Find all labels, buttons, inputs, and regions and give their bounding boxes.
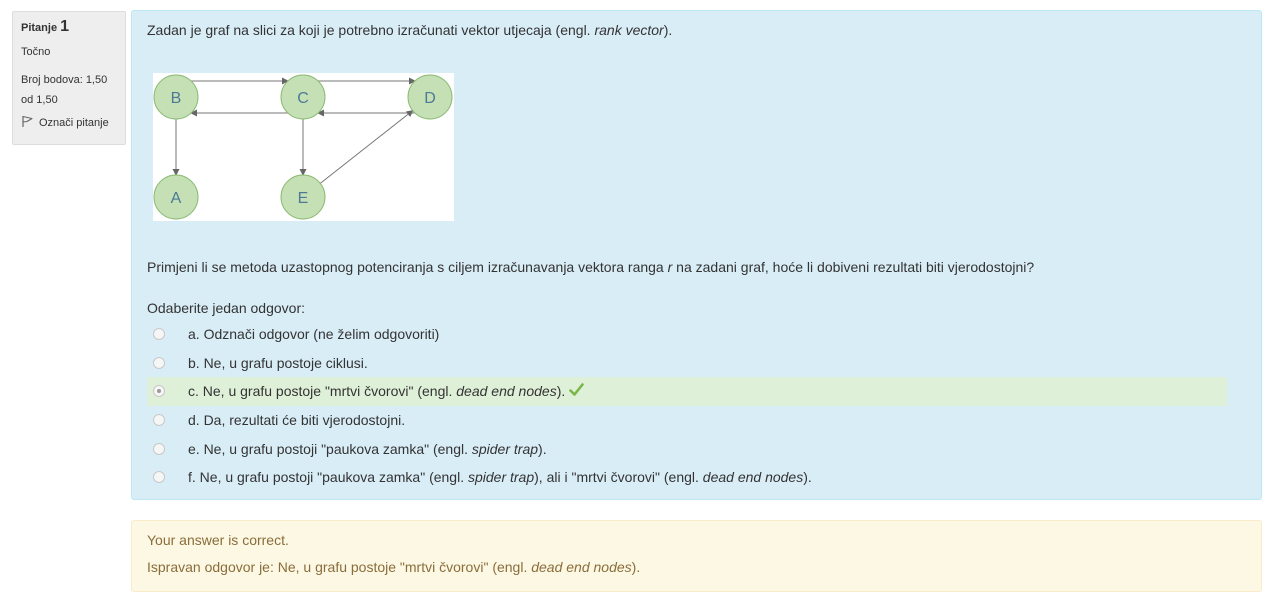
option-c-prefix: c. Ne, u grafu postoje "mrtvi čvorovi" (… xyxy=(188,382,457,399)
right-answer-suffix: ). xyxy=(631,559,641,575)
question-formulation: Zadan je graf na slici za koji je potreb… xyxy=(131,10,1262,500)
option-c-label: c. Ne, u grafu postoje "mrtvi čvorovi" (… xyxy=(188,382,585,401)
graph-node-label-a: A xyxy=(171,190,182,207)
grade-line-2: od 1,50 xyxy=(21,94,58,106)
option-f[interactable]: f. Ne, u grafu postoji "paukova zamka" (… xyxy=(147,463,1227,492)
graph-node-label-c: C xyxy=(297,90,309,107)
flag-icon xyxy=(21,115,34,131)
question-text-2: Primjeni li se metoda uzastopnog potenci… xyxy=(147,259,1034,275)
feedback-panel: Your answer is correct. Ispravan odgovor… xyxy=(131,520,1262,592)
graph-svg: B C D A E xyxy=(153,74,453,220)
question-text: Zadan je graf na slici za koji je potreb… xyxy=(147,22,672,38)
answer-options: a. Odznači odgovor (ne želim odgovoriti)… xyxy=(147,320,1227,492)
option-d-label: d. Da, rezultati će biti vjerodostojni. xyxy=(188,412,406,429)
option-f-middle: ), ali i "mrtvi čvorovi" (engl. xyxy=(534,469,703,486)
right-answer-prefix: Ispravan odgovor je: Ne, u grafu postoje… xyxy=(147,559,532,575)
option-f-prefix: f. Ne, u grafu postoji "paukova zamka" (… xyxy=(188,469,468,486)
option-c-suffix: ). xyxy=(556,382,566,399)
option-d-radio[interactable] xyxy=(153,414,165,427)
graph-node-label-e: E xyxy=(298,190,309,207)
question-info-panel: Pitanje 1 Točno Broj bodova: 1,50 od 1,5… xyxy=(12,11,126,145)
option-e-italic: spider trap xyxy=(471,440,539,457)
option-a-label: a. Odznači odgovor (ne želim odgovoriti) xyxy=(188,326,440,343)
question-number: Pitanje 1 xyxy=(21,18,117,36)
graph-node-label-b: B xyxy=(171,90,182,107)
graph-edge-e-d xyxy=(319,109,414,184)
right-answer-italic: dead end nodes xyxy=(531,559,632,575)
option-f-label: f. Ne, u grafu postoji "paukova zamka" (… xyxy=(188,469,812,485)
option-c[interactable]: c. Ne, u grafu postoje "mrtvi čvorovi" (… xyxy=(147,377,1227,406)
question-state: Točno xyxy=(21,46,51,58)
option-e-suffix: ). xyxy=(538,440,547,457)
question-number-value: 1 xyxy=(60,18,69,35)
general-feedback: Your answer is correct. xyxy=(147,532,289,548)
question-text2-after: na zadani graf, hoće li dobiveni rezulta… xyxy=(672,259,1035,275)
graph-node-label-d: D xyxy=(424,90,436,107)
grade-line-1: Broj bodova: 1,50 xyxy=(21,74,108,86)
question-text-before: Zadan je graf na slici za koji je potreb… xyxy=(147,22,595,38)
option-f-italic: spider trap xyxy=(467,469,535,486)
question-word: Pitanje xyxy=(21,22,58,34)
option-f-radio[interactable] xyxy=(153,471,165,484)
right-answer: Ispravan odgovor je: Ne, u grafu postoje… xyxy=(147,559,640,575)
option-f-suffix: ). xyxy=(803,469,812,486)
question-text-italic: rank vector xyxy=(594,22,664,38)
answer-prompt: Odaberite jedan odgovor: xyxy=(147,300,305,316)
option-a-radio[interactable] xyxy=(153,328,165,341)
option-e-prefix: e. Ne, u grafu postoji "paukova zamka" (… xyxy=(188,440,472,457)
option-b-radio[interactable] xyxy=(153,356,165,369)
flag-label: Označi pitanje xyxy=(39,117,109,129)
option-b-label: b. Ne, u grafu postoje ciklusi. xyxy=(188,354,368,371)
graph-image: B C D A E xyxy=(153,73,454,221)
question-text-after: ). xyxy=(663,22,673,38)
option-f-italic-2: dead end nodes xyxy=(702,469,804,486)
checkmark-icon xyxy=(569,383,585,400)
option-e[interactable]: e. Ne, u grafu postoji "paukova zamka" (… xyxy=(147,434,1227,463)
option-a[interactable]: a. Odznači odgovor (ne želim odgovoriti) xyxy=(147,320,1227,349)
option-b[interactable]: b. Ne, u grafu postoje ciklusi. xyxy=(147,349,1227,378)
flag-question-link[interactable]: Označi pitanje xyxy=(21,115,117,131)
question-text2-before: Primjeni li se metoda uzastopnog potenci… xyxy=(147,259,668,275)
option-c-italic: dead end nodes xyxy=(456,382,557,399)
question-grade: Broj bodova: 1,50 od 1,50 xyxy=(21,70,117,110)
option-c-radio[interactable] xyxy=(153,385,165,398)
option-e-radio[interactable] xyxy=(153,442,165,455)
option-d[interactable]: d. Da, rezultati će biti vjerodostojni. xyxy=(147,406,1227,435)
option-e-label: e. Ne, u grafu postoji "paukova zamka" (… xyxy=(188,441,547,457)
